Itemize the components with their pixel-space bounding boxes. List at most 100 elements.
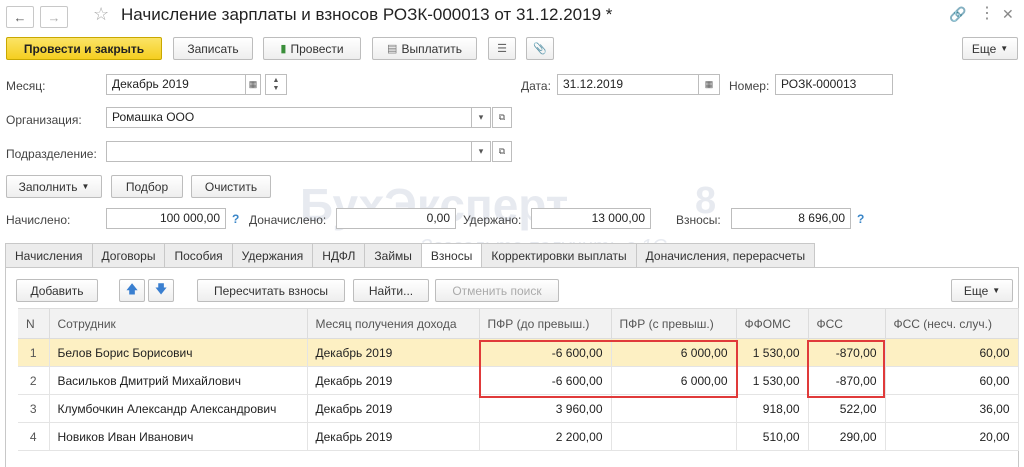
fill-button[interactable]: Заполнить ▼ <box>6 175 102 198</box>
col-n[interactable]: N <box>18 308 50 339</box>
col-pfr-over[interactable]: ПФР (с превыш.) <box>611 308 737 339</box>
org-field[interactable]: Ромашка ООО <box>106 107 472 128</box>
contrib-field: 8 696,00 <box>731 208 851 229</box>
income-month-cell[interactable]: Декабрь 2019 <box>307 422 480 451</box>
income-month-cell[interactable]: Декабрь 2019 <box>307 394 480 423</box>
link-icon[interactable]: 🔗 <box>949 6 966 23</box>
fss-accident-cell[interactable]: 20,00 <box>885 422 1019 451</box>
dept-open-button[interactable]: ⧉ <box>492 141 512 162</box>
chevron-down-icon: ▾ <box>478 112 484 122</box>
col-ffoms[interactable]: ФФОМС <box>736 308 809 339</box>
pfr-under-cell[interactable]: 3 960,00 <box>479 394 612 423</box>
pfr-under-cell[interactable]: -6 600,00 <box>479 338 612 367</box>
clear-button[interactable]: Очистить <box>191 175 271 198</box>
pfr-over-cell[interactable]: 6 000,00 <box>611 338 737 367</box>
post-icon: ▮ <box>280 43 287 55</box>
recalc-contributions-button[interactable]: Пересчитать взносы <box>197 279 345 302</box>
tab-contracts[interactable]: Договоры <box>91 243 166 267</box>
extra-field: 0,00 <box>336 208 456 229</box>
pfr-over-cell[interactable] <box>611 394 737 423</box>
employee-cell[interactable]: Новиков Иван Иванович <box>49 422 308 451</box>
col-income-month[interactable]: Месяц получения дохода <box>307 308 480 339</box>
ffoms-cell[interactable]: 1 530,00 <box>736 366 809 395</box>
save-button[interactable]: Записать <box>173 37 253 60</box>
month-field[interactable]: Декабрь 2019 <box>106 74 246 95</box>
date-field[interactable]: 31.12.2019 <box>557 74 699 95</box>
income-month-cell[interactable]: Декабрь 2019 <box>307 338 480 367</box>
post-button[interactable]: ▮ Провести <box>263 37 361 60</box>
pay-icon: ▤ <box>387 43 398 55</box>
fss-cell[interactable]: 290,00 <box>808 422 886 451</box>
accrued-label: Начислено: <box>6 213 71 227</box>
contrib-label: Взносы: <box>676 213 721 227</box>
tab-ndfl[interactable]: НДФЛ <box>312 243 366 267</box>
number-field[interactable]: РОЗК-000013 <box>775 74 893 95</box>
accrued-help-icon[interactable]: ? <box>232 212 239 226</box>
post-and-close-button[interactable]: Провести и закрыть <box>6 37 162 60</box>
pfr-under-cell[interactable]: -6 600,00 <box>479 366 612 395</box>
pfr-over-cell[interactable]: 6 000,00 <box>611 366 737 395</box>
find-button[interactable]: Найти... <box>353 279 429 302</box>
tab-deductions[interactable]: Удержания <box>231 243 314 267</box>
fss-accident-cell[interactable]: 60,00 <box>885 366 1019 395</box>
table-row[interactable]: 1 Белов Борис Борисович Декабрь 2019 -6 … <box>18 338 1019 367</box>
arrow-down-icon: 🡇 <box>154 282 168 296</box>
dept-dropdown-button[interactable]: ▾ <box>471 141 491 162</box>
fss-accident-cell[interactable]: 60,00 <box>885 338 1019 367</box>
contrib-help-icon[interactable]: ? <box>857 212 864 226</box>
ffoms-cell[interactable]: 1 530,00 <box>736 338 809 367</box>
pfr-over-cell[interactable] <box>611 422 737 451</box>
table-row[interactable]: 4 Новиков Иван Иванович Декабрь 2019 2 2… <box>18 422 1019 451</box>
back-button[interactable]: ← <box>6 6 34 28</box>
employee-cell[interactable]: Белов Борис Борисович <box>49 338 308 367</box>
fss-cell[interactable]: -870,00 <box>808 338 886 367</box>
close-icon[interactable]: ✕ <box>1002 6 1014 23</box>
employee-cell[interactable]: Васильков Дмитрий Михайлович <box>49 366 308 395</box>
month-stepper[interactable]: ▲ ▼ <box>265 74 287 95</box>
col-fss-accident[interactable]: ФСС (несч. случ.) <box>885 308 1019 339</box>
col-employee[interactable]: Сотрудник <box>49 308 308 339</box>
cancel-search-button[interactable]: Отменить поиск <box>435 279 559 302</box>
row-number: 3 <box>18 394 50 423</box>
add-row-button[interactable]: Добавить <box>16 279 98 302</box>
tab-loans[interactable]: Займы <box>364 243 422 267</box>
calendar-button[interactable]: ▦ <box>245 74 261 95</box>
col-fss[interactable]: ФСС <box>808 308 886 339</box>
tab-contributions[interactable]: Взносы <box>420 243 483 268</box>
org-dropdown-button[interactable]: ▾ <box>471 107 491 128</box>
table-row[interactable]: 3 Клумбочкин Александр Александрович Дек… <box>18 394 1019 423</box>
fss-accident-cell[interactable]: 36,00 <box>885 394 1019 423</box>
more-menu-icon[interactable]: ⋮ <box>979 3 995 23</box>
col-pfr-under[interactable]: ПФР (до превыш.) <box>479 308 612 339</box>
org-label: Организация: <box>6 113 82 127</box>
attach-button[interactable]: 📎 <box>526 37 554 60</box>
ffoms-cell[interactable]: 510,00 <box>736 422 809 451</box>
journal-button[interactable]: ☰ <box>488 37 516 60</box>
date-calendar-button[interactable]: ▦ <box>698 74 720 95</box>
dept-field[interactable] <box>106 141 472 162</box>
move-down-button[interactable]: 🡇 <box>148 279 174 302</box>
move-up-button[interactable]: 🡅 <box>119 279 145 302</box>
tab-payment-corrections[interactable]: Корректировки выплаты <box>481 243 637 267</box>
table-more-button[interactable]: Еще ▼ <box>951 279 1013 302</box>
arrow-up-icon: 🡅 <box>125 282 139 296</box>
pfr-under-cell[interactable]: 2 200,00 <box>479 422 612 451</box>
tab-accruals[interactable]: Начисления <box>5 243 93 267</box>
post-button-label: Провести <box>290 41 344 56</box>
forward-button[interactable]: → <box>40 6 68 28</box>
tab-benefits[interactable]: Пособия <box>164 243 233 267</box>
pay-button[interactable]: ▤ Выплатить <box>372 37 477 60</box>
fss-cell[interactable]: -870,00 <box>808 366 886 395</box>
pick-button[interactable]: Подбор <box>111 175 183 198</box>
org-open-button[interactable]: ⧉ <box>492 107 512 128</box>
table-row[interactable]: 2 Васильков Дмитрий Михайлович Декабрь 2… <box>18 366 1019 395</box>
income-month-cell[interactable]: Декабрь 2019 <box>307 366 480 395</box>
fss-cell[interactable]: 522,00 <box>808 394 886 423</box>
employee-cell[interactable]: Клумбочкин Александр Александрович <box>49 394 308 423</box>
tab-recalculations[interactable]: Доначисления, перерасчеты <box>635 243 816 267</box>
ffoms-cell[interactable]: 918,00 <box>736 394 809 423</box>
more-button[interactable]: Еще ▼ <box>962 37 1018 60</box>
favorite-star-icon[interactable]: ☆ <box>93 4 109 25</box>
number-label: Номер: <box>729 79 770 93</box>
extra-label: Доначислено: <box>249 213 327 227</box>
